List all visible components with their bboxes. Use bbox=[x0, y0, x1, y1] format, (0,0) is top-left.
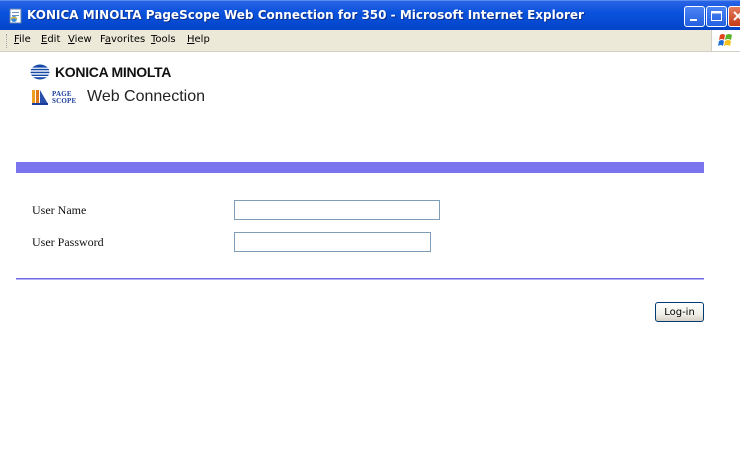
close-button[interactable] bbox=[728, 6, 740, 27]
login-button[interactable]: Log-in bbox=[655, 302, 704, 322]
product-name: Web Connection bbox=[87, 88, 205, 105]
page-content: KONICA MINOLTA PAGE SCOPE Web Connection… bbox=[0, 52, 740, 453]
menu-edit[interactable]: Edit bbox=[41, 34, 60, 45]
brand-name: KONICA MINOLTA bbox=[55, 64, 172, 80]
ie-page-icon bbox=[9, 8, 22, 24]
title-bar[interactable]: KONICA MINOLTA PageScope Web Connection … bbox=[0, 0, 740, 30]
menu-help[interactable]: Help bbox=[187, 34, 210, 45]
pagescope-wordmark: PAGE SCOPE bbox=[52, 90, 77, 105]
maximize-button[interactable] bbox=[706, 6, 727, 27]
pagescope-icon bbox=[32, 90, 48, 105]
konica-minolta-globe-icon bbox=[30, 64, 50, 80]
user-password-input[interactable] bbox=[234, 232, 431, 252]
toolbar-grip[interactable] bbox=[6, 34, 9, 48]
maximize-icon bbox=[711, 11, 722, 21]
user-name-input[interactable] bbox=[234, 200, 440, 220]
user-password-label: User Password bbox=[32, 235, 104, 249]
menu-view[interactable]: View bbox=[68, 34, 92, 45]
menu-tools[interactable]: Tools bbox=[151, 34, 176, 45]
windows-logo-icon bbox=[711, 30, 740, 51]
form-divider bbox=[16, 278, 704, 280]
minimize-button[interactable] bbox=[684, 6, 705, 27]
window-title: KONICA MINOLTA PageScope Web Connection … bbox=[27, 8, 584, 22]
header-divider-bar bbox=[16, 162, 704, 173]
menu-file[interactable]: File bbox=[14, 34, 31, 45]
user-name-label: User Name bbox=[32, 203, 87, 217]
close-icon bbox=[733, 11, 740, 21]
menu-favorites[interactable]: Favorites bbox=[100, 34, 145, 45]
menu-bar: File Edit View Favorites Tools Help bbox=[0, 30, 740, 52]
browser-window: KONICA MINOLTA PageScope Web Connection … bbox=[0, 0, 740, 453]
minimize-icon bbox=[690, 19, 697, 21]
